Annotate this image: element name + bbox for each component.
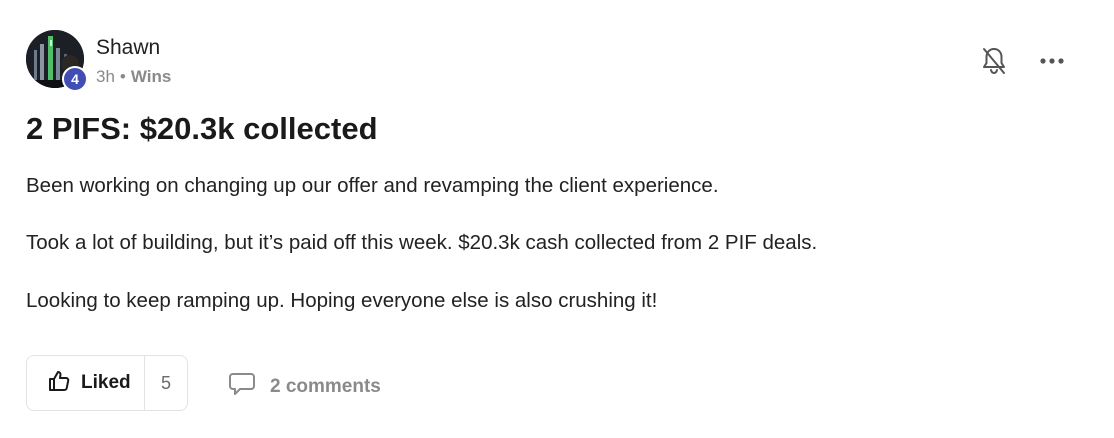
like-control: Liked 5 [26, 355, 188, 411]
post-category[interactable]: Wins [131, 67, 171, 87]
like-label: Liked [81, 372, 131, 393]
author-avatar-container[interactable]: 4 [26, 30, 88, 92]
bell-off-icon[interactable] [980, 46, 1008, 76]
level-badge: 4 [62, 66, 88, 92]
post-card: 4 Shawn 3h • Wins 2 PIFS: $20.3k collect… [0, 0, 1114, 438]
more-horizontal-icon[interactable] [1038, 50, 1066, 72]
post-paragraph-2: Took a lot of building, but it’s paid of… [26, 231, 818, 254]
author-name[interactable]: Shawn [96, 36, 160, 60]
post-title: 2 PIFS: $20.3k collected [26, 111, 378, 146]
comments-label: 2 comments [270, 375, 381, 397]
like-count[interactable]: 5 [145, 356, 187, 410]
comment-bubble-icon [228, 371, 256, 402]
post-paragraph-3: Looking to keep ramping up. Hoping every… [26, 289, 658, 312]
post-meta: 3h • Wins [96, 67, 171, 87]
post-time: 3h [96, 67, 115, 86]
like-button[interactable]: Liked [27, 356, 145, 410]
post-paragraph-1: Been working on changing up our offer an… [26, 174, 719, 197]
thumbs-up-icon [47, 369, 71, 398]
meta-separator: • [119, 67, 126, 86]
comments-button[interactable]: 2 comments [228, 371, 381, 402]
